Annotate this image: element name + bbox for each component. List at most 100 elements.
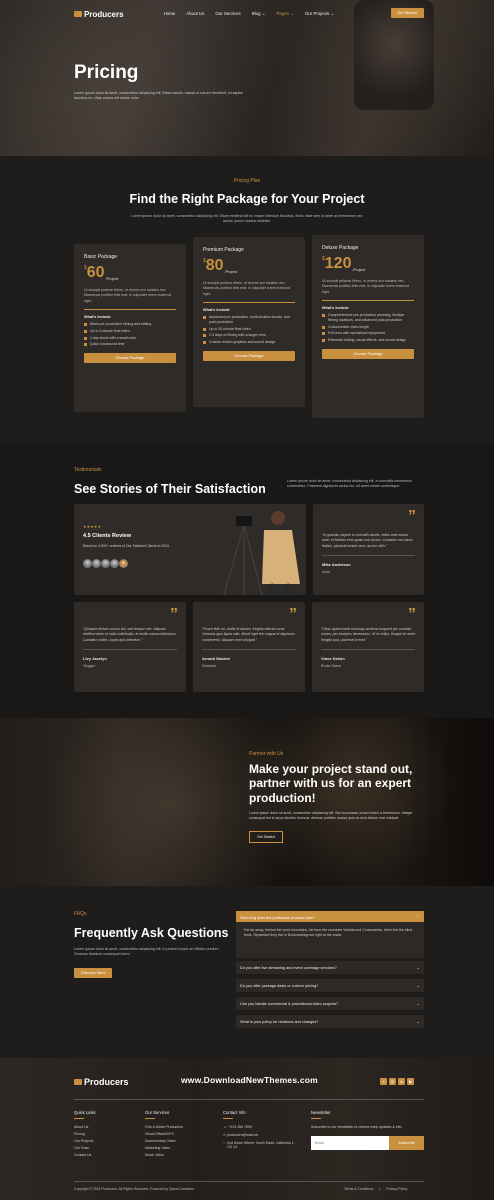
hero-text: Lorem ipsum dolor sit amet, consectetur … [74,91,244,101]
testimonials-title: See Stories of Their Satisfaction [74,482,266,496]
column-title: Our Services [145,1110,170,1115]
testimonial-text: "In gravida, sapien in convallis iaculis… [322,533,413,548]
avatar [83,559,92,568]
footer-link[interactable]: Music Video [145,1153,183,1157]
choose-package-button[interactable]: Choose Package [322,349,414,360]
feature-text: Custom motion graphics and sound design [209,340,276,345]
watermark: www.DownloadNewThemes.com [181,1075,318,1085]
feature-text: Extensive editing, visual effects, and s… [328,338,407,343]
nav-services[interactable]: Our Services [215,11,240,17]
footer-link[interactable]: Marketing Video [145,1146,183,1150]
divider [322,555,415,557]
testimonial-name: Arnold Gabriel [202,656,230,662]
footer-link[interactable]: Pricing [74,1132,96,1136]
get-started-button[interactable]: Get Started [390,8,424,18]
footer-link[interactable]: Visual Effects/VFX [145,1132,183,1136]
testimonial-text: "Class aptent taciti sociosqu ad litora … [321,627,415,642]
avatar-group: + [83,559,128,568]
testimonials-section: Testimonials See Stories of Their Satisf… [0,444,494,718]
chevron-down-icon: ⌄ [416,1001,420,1006]
rating-stars: ★★★★★ [83,524,101,529]
avatar [110,559,119,568]
testimonial-card: ” "In gravida, sapien in convallis iacul… [313,504,424,595]
underline [74,1118,84,1119]
choose-package-button[interactable]: Choose Package [203,351,295,362]
feature-item: Comprehensive pre-production planning, M… [322,313,414,323]
nav-pages-label: Pages [276,11,289,16]
include-heading: What's include [84,314,111,319]
nav-about[interactable]: About Us [186,11,204,17]
pricing-subtitle: Lorem ipsum dolor sit amet, consectetur … [131,214,363,224]
footer-link[interactable]: About Us [74,1125,96,1129]
partner-get-started-button[interactable]: Get Started [249,830,283,843]
footer-logo[interactable]: Producers [74,1077,129,1087]
footer-link[interactable]: Contact Us [74,1153,96,1157]
contact-phone[interactable]: ☏ +123 456 7890 [223,1125,298,1129]
instagram-icon[interactable]: ◎ [389,1078,396,1085]
testimonial-name: Livy Jacelyn [83,656,107,662]
faq-question-2[interactable]: Do you offer live streaming and event co… [236,961,424,974]
feature-text: Basic pre-production filming and editing [90,321,152,326]
footer-link[interactable]: Our Team [74,1146,96,1150]
faq-kicker: FAQs [74,911,87,917]
feature-text: Full crew with specialized equipment [328,331,385,336]
email-text: producers@mail.net [226,1133,259,1137]
nav-blog[interactable]: Blog ⌄ [252,11,266,17]
address-text: 2nd Some Where, North Earth, California … [226,1141,295,1149]
add-icon[interactable]: + [119,559,128,568]
chevron-down-icon: ⌄ [330,11,335,16]
divider [203,301,295,303]
faq-question-4[interactable]: Can you handle commercial & promotional … [236,997,424,1010]
discover-more-button[interactable]: Discover More [74,968,113,978]
footer-link[interactable]: Documentary Video [145,1139,183,1143]
terms-link[interactable]: Terms & Conditions [344,1187,373,1191]
column-title: Quick Links [74,1110,96,1115]
plan-price: $80/Project [203,258,295,275]
check-icon [84,336,87,340]
divider [84,308,176,310]
youtube-icon[interactable]: ▶ [407,1078,414,1085]
subscribe-button[interactable]: Subscribe [389,1136,424,1151]
price-amount: 120 [324,255,352,272]
nav-home[interactable]: Home [164,11,176,17]
nav-pages[interactable]: Pages ⌄ [276,11,293,17]
faq-question-5[interactable]: What is your policy for revisions and ch… [236,1015,424,1028]
faq-question-text: Do you offer live streaming and event co… [240,965,337,970]
services-column: Our Services Film & Movie Production Vis… [145,1110,183,1160]
plan-name: Basic Package [84,254,118,260]
choose-package-button[interactable]: Choose Package [84,353,176,364]
nav-projects[interactable]: Our Projects ⌄ [305,11,334,17]
contact-column: Contact Info ☏ +123 456 7890 ✉ producers… [223,1110,298,1152]
testimonials-subtitle: Lorem ipsum dolor sit amet, consectetur … [287,479,413,489]
footer-link[interactable]: Our Projects [74,1139,96,1143]
partner-text: Lorem ipsum dolor sit amet, consectetur … [249,811,413,821]
feature-text: 2-3 days of filming with a larger crew [209,333,266,338]
check-icon [322,332,325,336]
check-icon [203,334,206,338]
avatar [101,559,110,568]
faq-title: Frequently Ask Questions [74,926,229,940]
brand-name: Producers [84,1077,129,1087]
logo[interactable]: Producers [74,10,124,19]
facebook-icon[interactable]: f [380,1078,387,1085]
feature-item: Custom motion graphics and sound design [203,340,295,345]
legal-links: Terms & Conditions | Privacy Policy [344,1187,407,1191]
testimonial-text: "Quisque dictum cursus dui, sed tempor n… [83,627,177,642]
underline [145,1118,155,1119]
footer-link[interactable]: Film & Movie Production [145,1125,183,1129]
newsletter-form: Subscribe [311,1136,424,1151]
plan-name: Premium Package [203,247,244,253]
check-icon [84,322,87,326]
check-icon [203,341,206,345]
partner-content: Partner with Us Make your project stand … [249,751,429,843]
divider [202,649,296,651]
nav-projects-label: Our Projects [304,11,330,16]
privacy-link[interactable]: Privacy Policy [386,1187,407,1191]
linkedin-icon[interactable]: in [398,1078,405,1085]
contact-email[interactable]: ✉ producers@mail.net [223,1133,298,1137]
faq-question-3[interactable]: Do you offer package deals or custom pri… [236,979,424,992]
email-input[interactable] [311,1136,389,1151]
faq-question-text: What is your policy for revisions and ch… [240,1019,319,1024]
testimonial-card: ” "Quisque dictum cursus dui, sed tempor… [74,602,186,692]
testimonial-role: Actor [322,570,331,575]
